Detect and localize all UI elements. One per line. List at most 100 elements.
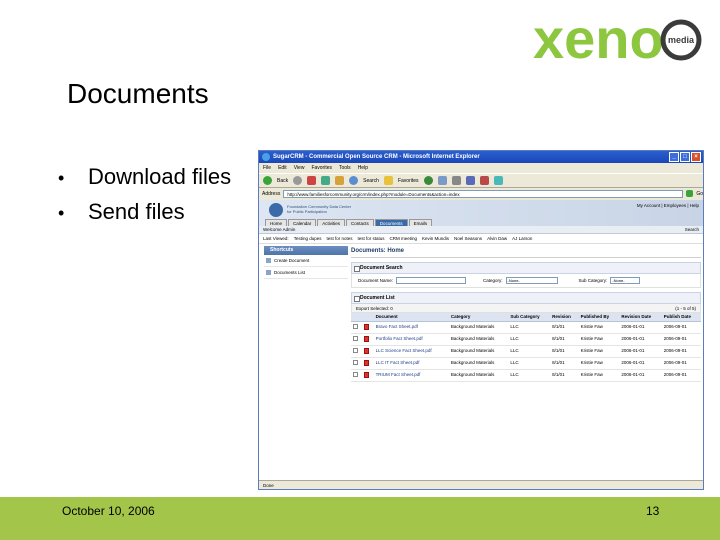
document-subcategory: LLC	[508, 357, 551, 370]
pdf-file-icon	[362, 333, 374, 346]
document-revision: 8/1/01	[550, 333, 579, 346]
search-button[interactable]: Search	[363, 178, 379, 184]
document-publish-date: 2006-09-01	[661, 333, 701, 346]
crm-tagline-line: for Public Participation	[287, 209, 327, 214]
go-arrow-icon[interactable]	[686, 190, 694, 197]
table-row[interactable]: LLC Science Fact Sheet.pdf Background Mat…	[351, 345, 701, 358]
document-published-by: Kristie Faw	[578, 357, 620, 370]
last-viewed-item[interactable]: test for notes	[326, 234, 352, 243]
shortcut-documents-list[interactable]: Documents List	[264, 267, 348, 279]
last-viewed-item[interactable]: Testing dupes	[294, 234, 322, 243]
document-name-link[interactable]: TRIUM Fact Sheet.pdf	[373, 369, 449, 382]
favorites-star-icon[interactable]	[383, 176, 393, 185]
forward-arrow-icon[interactable]	[293, 176, 303, 185]
document-revision: 8/1/01	[550, 321, 579, 334]
col-header	[351, 313, 363, 322]
row-checkbox[interactable]	[351, 357, 363, 370]
document-publish-date: 2006-09-01	[661, 345, 701, 358]
stop-icon[interactable]	[307, 176, 317, 185]
document-published-by: Kristie Faw	[578, 333, 620, 346]
go-button[interactable]: Go	[696, 191, 703, 197]
print-icon[interactable]	[451, 176, 461, 185]
subcategory-label: Sub Category:	[578, 278, 608, 283]
export-selected-link[interactable]: Export Selected: 0	[356, 304, 393, 312]
table-row[interactable]: LLC IT Fact Sheet.pdf Background Material…	[351, 357, 701, 370]
document-category: Background Materials	[448, 345, 509, 358]
refresh-icon[interactable]	[321, 176, 331, 185]
home-icon[interactable]	[335, 176, 345, 185]
menu-tools[interactable]: Tools	[339, 163, 351, 173]
bullet-item: Send files	[58, 195, 231, 230]
last-viewed-item[interactable]: CRM meeting	[390, 234, 418, 243]
document-list-header[interactable]: Document List	[351, 292, 701, 304]
window-titlebar: SugarCRM - Commercial Open Source CRM - …	[259, 151, 703, 163]
menu-help[interactable]: Help	[358, 163, 368, 173]
document-name-input[interactable]	[396, 277, 467, 284]
row-checkbox[interactable]	[351, 321, 363, 334]
pdf-file-icon	[362, 369, 374, 382]
close-icon[interactable]: ×	[691, 152, 701, 162]
menu-file[interactable]: File	[263, 163, 271, 173]
col-header-revision[interactable]: Revision	[550, 313, 579, 322]
page-number: 13	[646, 504, 660, 518]
document-name-link[interactable]: Bravo Fact Sheet.pdf	[373, 321, 449, 334]
last-viewed-item[interactable]: AJ Larson	[512, 234, 532, 243]
crm-search-link[interactable]: Search	[685, 226, 699, 234]
menu-edit[interactable]: Edit	[278, 163, 287, 173]
minimize-icon[interactable]: _	[669, 152, 679, 162]
mail-icon[interactable]	[437, 176, 447, 185]
col-header-revision-date[interactable]: Revision Date	[619, 313, 662, 322]
table-row[interactable]: Bravo Fact Sheet.pdf Background Materials…	[351, 321, 701, 334]
subcategory-select[interactable]: -None-	[610, 277, 641, 284]
document-revision: 8/1/01	[550, 369, 579, 382]
document-publish-date: 2006-09-01	[661, 369, 701, 382]
document-revision-date: 2006-01-01	[619, 321, 662, 334]
document-name-link[interactable]: LLC IT Fact Sheet.pdf	[373, 357, 449, 370]
row-checkbox[interactable]	[351, 345, 363, 358]
last-viewed-item[interactable]: Noel Seasons	[454, 234, 482, 243]
account-links[interactable]: My Account | Employees | Help	[637, 203, 699, 208]
document-name-link[interactable]: LLC Science Fact Sheet.pdf	[373, 345, 449, 358]
back-arrow-icon[interactable]	[263, 176, 272, 185]
last-viewed-item[interactable]: Kevin Mundis	[422, 234, 449, 243]
history-icon[interactable]	[423, 176, 433, 185]
category-select[interactable]: -None-	[505, 277, 558, 284]
last-viewed-item[interactable]: test for status	[357, 234, 384, 243]
col-header-publish-date[interactable]: Publish Date	[661, 313, 701, 322]
address-bar: Address http://www.familiesforcommunity.…	[259, 188, 703, 199]
row-checkbox[interactable]	[351, 333, 363, 346]
edit-icon[interactable]	[465, 176, 475, 185]
document-category: Background Materials	[448, 369, 509, 382]
last-viewed-label: Last Viewed:	[263, 236, 289, 241]
col-header-category[interactable]: Category	[448, 313, 509, 322]
maximize-icon[interactable]: □	[680, 152, 690, 162]
menu-favorites[interactable]: Favorites	[311, 163, 332, 173]
col-header-subcategory[interactable]: Sub Category	[508, 313, 551, 322]
table-row[interactable]: TRIUM Fact Sheet.pdf Background Materials…	[351, 369, 701, 382]
document-subcategory: LLC	[508, 333, 551, 346]
document-name-link[interactable]: Portfolio Fact Sheet.pdf	[373, 333, 449, 346]
crm-tagline: Foundation Community Data Center for Pub…	[287, 204, 351, 214]
document-publish-date: 2006-09-01	[661, 357, 701, 370]
favorites-button[interactable]: Favorites	[398, 178, 419, 184]
document-table: Document Category Sub Category Revision …	[351, 313, 701, 382]
table-row[interactable]: Portfolio Fact Sheet.pdf Background Mater…	[351, 333, 701, 346]
menu-view[interactable]: View	[294, 163, 305, 173]
col-header-document[interactable]: Document	[373, 313, 449, 322]
logo-text: xeno	[533, 10, 664, 68]
last-viewed-item[interactable]: Alvin Daw	[487, 234, 507, 243]
address-input[interactable]: http://www.familiesforcommunity.org/crm/…	[283, 189, 684, 198]
row-checkbox[interactable]	[351, 369, 363, 382]
document-revision: 8/1/01	[550, 345, 579, 358]
messenger-icon[interactable]	[493, 176, 503, 185]
document-revision-date: 2006-01-01	[619, 369, 662, 382]
document-search-header[interactable]: Document Search	[351, 262, 701, 274]
col-header-published-by[interactable]: Published By	[578, 313, 620, 322]
back-button[interactable]: Back	[277, 178, 288, 184]
shortcut-create-document[interactable]: Create Document	[264, 255, 348, 267]
document-revision-date: 2006-01-01	[619, 345, 662, 358]
document-name-label: Document Name:	[358, 278, 394, 283]
document-published-by: Kristie Faw	[578, 345, 620, 358]
search-icon[interactable]	[349, 176, 359, 185]
discuss-icon[interactable]	[479, 176, 489, 185]
